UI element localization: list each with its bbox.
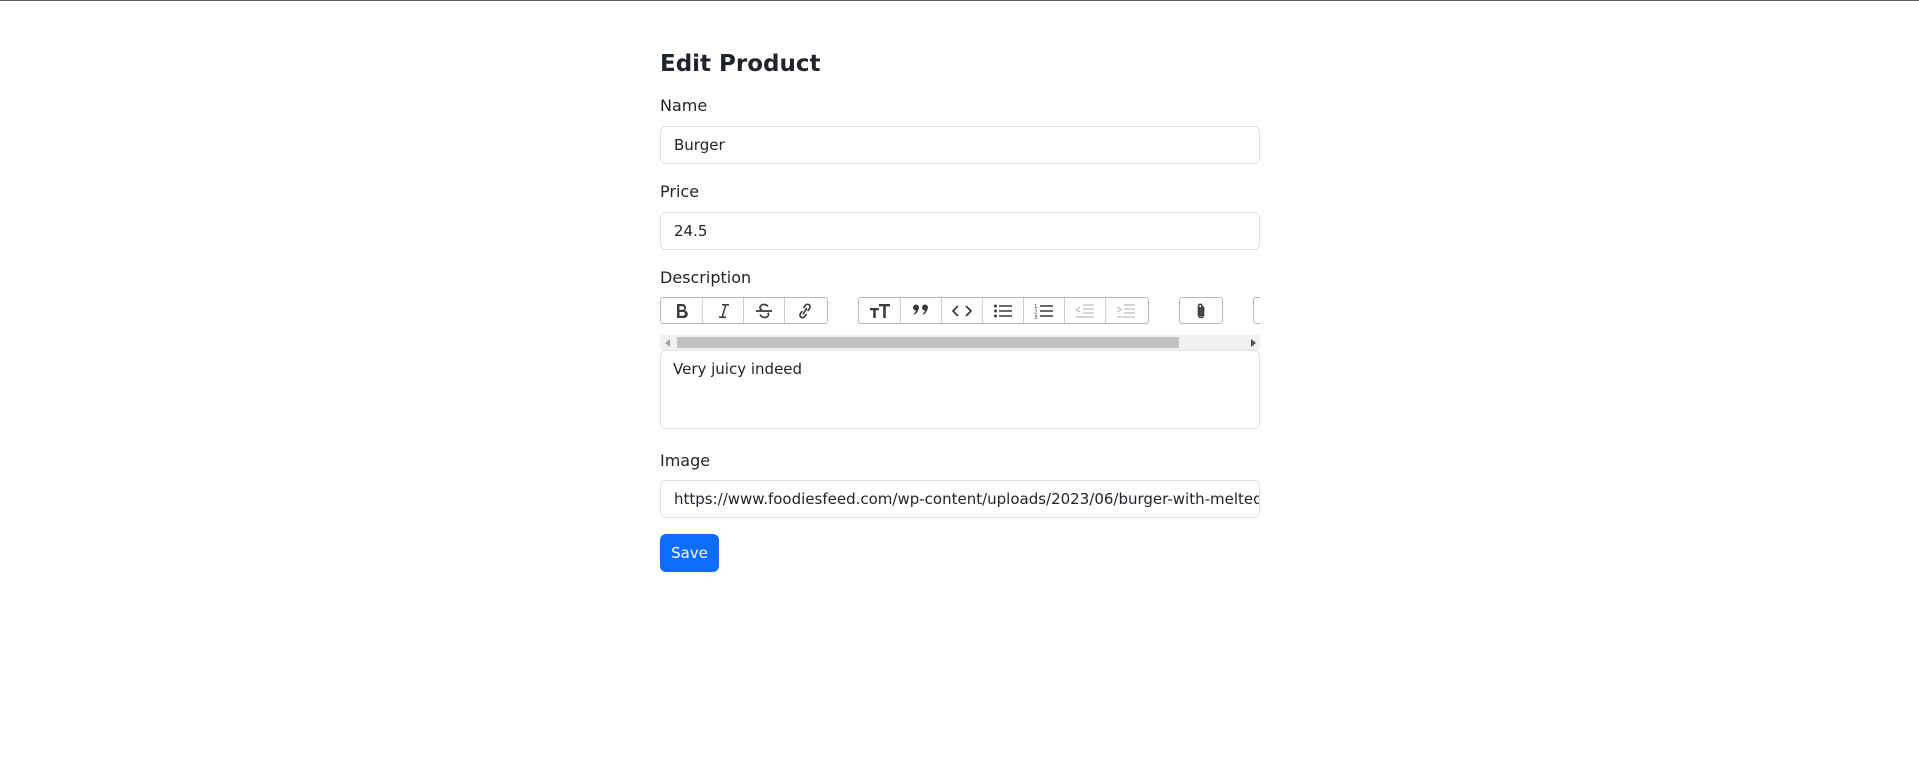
scrollbar-thumb[interactable] — [677, 337, 1179, 348]
code-button[interactable] — [941, 298, 982, 323]
price-label: Price — [660, 182, 700, 201]
number-list-button[interactable]: 123 — [1023, 298, 1064, 323]
editor-toolbar: 123 — [660, 297, 1260, 325]
file-tools-group — [1179, 297, 1223, 324]
code-icon — [952, 304, 972, 317]
scroll-left-icon[interactable] — [660, 335, 675, 350]
heading-button[interactable] — [859, 298, 900, 323]
number-list-icon: 123 — [1034, 304, 1053, 319]
description-label: Description — [660, 268, 752, 287]
link-icon — [799, 303, 811, 318]
save-button[interactable]: Save — [660, 534, 719, 572]
quote-icon — [912, 304, 928, 314]
undo-button[interactable] — [1254, 298, 1260, 323]
bullet-list-button[interactable] — [982, 298, 1023, 323]
italic-icon — [719, 303, 729, 318]
quote-button[interactable] — [900, 298, 941, 323]
block-tools-group: 123 — [858, 297, 1149, 324]
attach-button[interactable] — [1180, 298, 1221, 323]
increase-indent-icon — [1117, 303, 1135, 318]
page-title: Edit Product — [660, 51, 821, 77]
toolbar-scrollbar[interactable] — [660, 335, 1260, 350]
decrease-indent-button[interactable] — [1064, 298, 1105, 323]
description-editor-text: Very juicy indeed — [673, 360, 803, 378]
history-tools-group — [1253, 297, 1260, 324]
name-input-value: Burger — [674, 136, 725, 154]
top-border — [0, 0, 1919, 1]
svg-text:3: 3 — [1034, 315, 1038, 319]
bullet-list-icon — [994, 304, 1012, 317]
link-button[interactable] — [784, 298, 825, 323]
scroll-right-icon[interactable] — [1245, 335, 1260, 350]
attach-icon — [1197, 303, 1204, 318]
italic-button[interactable] — [702, 298, 743, 323]
bold-icon — [676, 303, 688, 318]
image-label: Image — [660, 451, 711, 470]
image-url-value: https://www.foodiesfeed.com/wp-content/u… — [674, 490, 1260, 508]
name-input[interactable]: Burger — [660, 126, 1260, 164]
description-editor[interactable]: Very juicy indeed — [660, 350, 1260, 429]
text-tools-group — [660, 297, 828, 324]
bold-button[interactable] — [661, 298, 702, 323]
name-label: Name — [660, 96, 708, 115]
image-url-input[interactable]: https://www.foodiesfeed.com/wp-content/u… — [660, 480, 1260, 518]
heading-icon — [869, 303, 890, 318]
strikethrough-button[interactable] — [743, 298, 784, 323]
decrease-indent-icon — [1075, 303, 1094, 318]
price-input-value: 24.5 — [674, 222, 708, 240]
price-input[interactable]: 24.5 — [660, 212, 1260, 250]
increase-indent-button[interactable] — [1105, 298, 1146, 323]
strikethrough-icon — [756, 303, 772, 318]
